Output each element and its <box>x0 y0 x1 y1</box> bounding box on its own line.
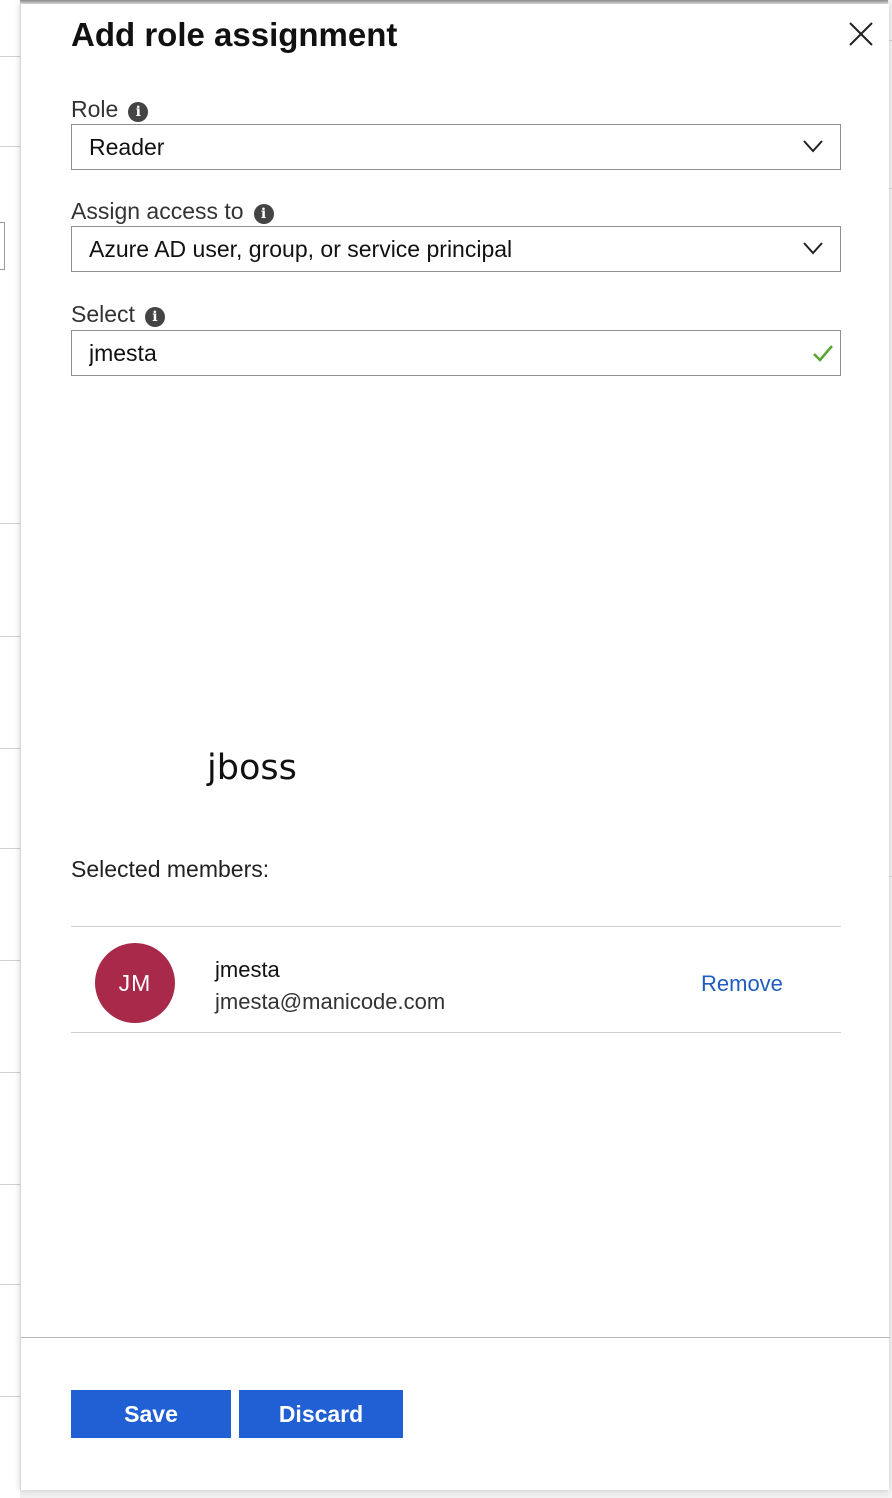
footer-divider <box>21 1337 890 1338</box>
selected-members-label: Selected members: <box>71 856 270 882</box>
background-page <box>0 0 20 1498</box>
role-label: Role <box>71 96 119 122</box>
remove-member-link[interactable]: Remove <box>701 971 783 997</box>
assign-access-label: Assign access to <box>71 198 244 224</box>
role-label-row: Role i <box>71 96 149 123</box>
info-icon[interactable]: i <box>144 306 165 327</box>
assign-access-label-row: Assign access to i <box>71 198 274 225</box>
close-button[interactable] <box>847 20 875 48</box>
divider <box>0 748 20 749</box>
panel-title: Add role assignment <box>71 16 398 53</box>
divider <box>0 1072 20 1073</box>
assign-access-dropdown[interactable]: Azure AD user, group, or service princip… <box>71 226 841 272</box>
divider <box>0 960 20 961</box>
divider <box>0 146 20 147</box>
select-search-field[interactable] <box>71 330 841 376</box>
role-value: Reader <box>89 133 165 160</box>
divider <box>0 523 20 524</box>
add-role-assignment-panel: Add role assignment Role i Reader Assign… <box>20 4 890 1490</box>
info-icon[interactable]: i <box>128 101 149 122</box>
divider <box>0 1396 20 1397</box>
avatar: JM <box>95 943 175 1023</box>
select-label: Select <box>71 301 135 327</box>
role-dropdown[interactable]: Reader <box>71 124 841 170</box>
selected-member-row: JM jmesta jmesta@manicode.com Remove <box>71 926 841 1033</box>
background-input-edge <box>0 222 5 270</box>
discard-button[interactable]: Discard <box>239 1390 403 1438</box>
divider <box>0 848 20 849</box>
divider <box>0 636 20 637</box>
chevron-down-icon <box>803 140 823 153</box>
close-icon <box>849 22 873 46</box>
select-label-row: Select i <box>71 301 165 328</box>
divider <box>0 56 20 57</box>
search-result-item[interactable]: jboss <box>207 748 297 788</box>
chevron-down-icon <box>803 242 823 255</box>
select-search-input[interactable] <box>89 339 789 367</box>
save-button[interactable]: Save <box>71 1390 231 1438</box>
member-name: jmesta <box>215 957 280 982</box>
member-email: jmesta@manicode.com <box>215 989 446 1014</box>
info-icon[interactable]: i <box>253 203 274 224</box>
checkmark-icon <box>813 345 833 362</box>
assign-access-value: Azure AD user, group, or service princip… <box>89 235 513 262</box>
divider <box>0 1184 20 1185</box>
divider <box>0 1284 20 1285</box>
